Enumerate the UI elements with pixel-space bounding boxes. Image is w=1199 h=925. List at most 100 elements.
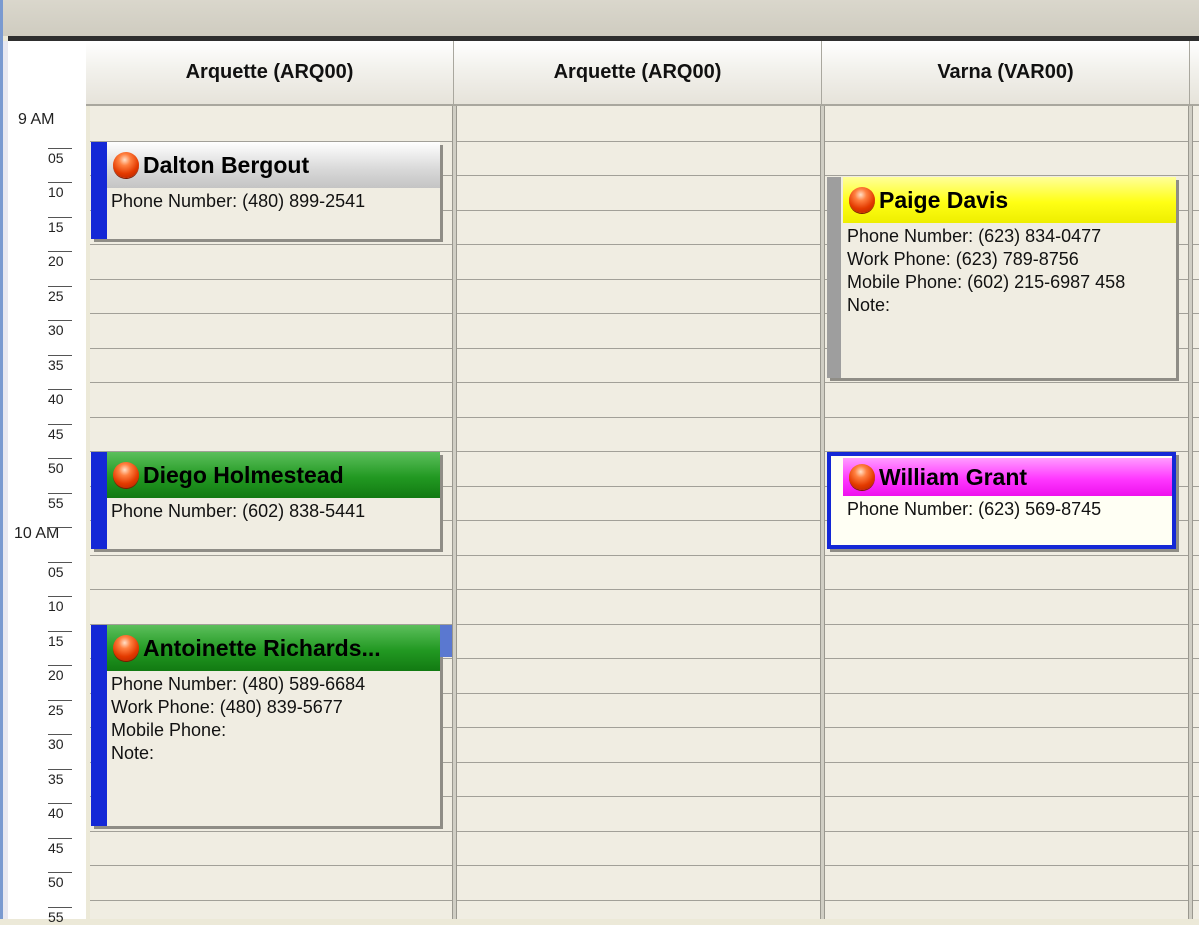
time-slot-line (90, 589, 452, 590)
status-orb-icon (849, 187, 875, 213)
time-label: 45 (48, 426, 64, 442)
time-slot-line (1193, 589, 1199, 590)
time-slot-line (825, 796, 1188, 797)
column-header-2[interactable]: Arquette (ARQ00) (454, 41, 822, 106)
time-slot-line (1193, 244, 1199, 245)
time-slot-line (90, 348, 452, 349)
time-tick (48, 838, 72, 839)
appointment-detail-line: Work Phone: (480) 839-5677 (111, 697, 343, 717)
time-slot-line (1193, 417, 1199, 418)
time-slot-line (457, 175, 820, 176)
time-slot-line (457, 900, 820, 901)
appointment-card[interactable]: Diego Holmestead Phone Number: (602) 838… (91, 452, 440, 549)
time-axis: 9 AM 05 10 15 20 25 30 35 40 45 50 55 10 AM 05 10 15 20 2… (8, 106, 86, 925)
schedule-column-2[interactable] (457, 106, 820, 919)
time-slot-line (1193, 796, 1199, 797)
busy-status-bar (91, 625, 107, 826)
column-header-1[interactable]: Arquette (ARQ00) (86, 41, 454, 106)
time-slot-line (1193, 141, 1199, 142)
time-slot-line (1193, 693, 1199, 694)
status-orb-icon (113, 635, 139, 661)
time-slot-line (825, 831, 1188, 832)
header-corner (8, 41, 86, 106)
appointment-details: Phone Number: (480) 589-6684 Work Phone:… (111, 673, 365, 765)
time-slot-line (90, 900, 452, 901)
column-header-label: Arquette (ARQ00) (185, 61, 354, 83)
time-slot-line (1193, 210, 1199, 211)
appointment-detail-line: Phone Number: (602) 838-5441 (111, 501, 366, 521)
appointment-detail-line: Mobile Phone: (602) 215-6987 458 (847, 272, 1126, 292)
appointment-detail-line: Mobile Phone: (111, 720, 227, 740)
appointment-title: Antoinette Richards... (107, 625, 440, 671)
time-tick (48, 320, 72, 321)
time-slot-line (825, 417, 1188, 418)
time-slot-line (457, 624, 820, 625)
time-slot-line (457, 348, 820, 349)
time-slot-line (457, 520, 820, 521)
busy-status-bar (91, 142, 107, 239)
time-slot-line (90, 244, 452, 245)
time-label: 25 (48, 702, 64, 718)
time-slot-line (1193, 279, 1199, 280)
time-slot-line (457, 796, 820, 797)
time-slot-line (457, 244, 820, 245)
busy-status-bar (91, 452, 107, 549)
time-slot-line (457, 555, 820, 556)
time-slot-line (825, 555, 1188, 556)
time-tick (48, 424, 72, 425)
time-slot-line (90, 279, 452, 280)
time-slot-line (457, 589, 820, 590)
time-slot-line (1193, 762, 1199, 763)
appointment-card[interactable]: Paige Davis Phone Number: (623) 834-0477… (827, 177, 1176, 378)
time-slot-line (457, 865, 820, 866)
status-orb-icon (113, 152, 139, 178)
appointment-title: Paige Davis (843, 177, 1176, 223)
appointment-card-selected[interactable]: William Grant Phone Number: (623) 569-87… (827, 452, 1176, 549)
busy-status-bar (827, 177, 841, 378)
time-slot-line (457, 210, 820, 211)
time-tick (48, 596, 72, 597)
appointment-detail-line: Phone Number: (480) 899-2541 (111, 191, 366, 211)
appointment-details: Phone Number: (602) 838-5441 (111, 500, 365, 523)
time-tick (48, 286, 72, 287)
time-slot-line (1193, 900, 1199, 901)
time-slot-line (457, 279, 820, 280)
time-slot-line (825, 693, 1188, 694)
time-slot-line (457, 141, 820, 142)
appointment-name: Antoinette Richards... (143, 634, 381, 661)
time-slot-line (1193, 624, 1199, 625)
time-tick (48, 148, 72, 149)
time-tick (48, 734, 72, 735)
time-slot-line (90, 313, 452, 314)
appointment-detail-line: Phone Number: (623) 834-0477 (847, 226, 1102, 246)
column-header-3[interactable]: Varna (VAR00) (822, 41, 1190, 106)
time-label: 9 AM (18, 111, 55, 128)
time-slot-line (90, 865, 452, 866)
appointment-name: Diego Holmestead (143, 461, 344, 488)
time-slot-line (825, 175, 1188, 176)
time-slot-line (457, 417, 820, 418)
time-slot-line (1193, 486, 1199, 487)
appointment-card[interactable]: Dalton Bergout Phone Number: (480) 899-2… (91, 142, 440, 239)
time-label: 35 (48, 357, 64, 373)
time-slot-line (825, 141, 1188, 142)
toolbar-area (0, 0, 1199, 36)
time-slot-line (457, 486, 820, 487)
time-tick (48, 182, 72, 183)
time-label: 05 (48, 150, 64, 166)
time-label: 55 (48, 909, 64, 925)
time-slot-line (1193, 348, 1199, 349)
time-slot-line (90, 417, 452, 418)
appointment-name: Dalton Bergout (143, 151, 310, 178)
schedule-column-overflow (1193, 106, 1199, 919)
time-slot-line (457, 762, 820, 763)
time-tick (48, 872, 72, 873)
time-slot-line (1193, 658, 1199, 659)
time-label: 25 (48, 288, 64, 304)
time-label: 40 (48, 805, 64, 821)
time-slot-line (457, 451, 820, 452)
time-label: 55 (48, 495, 64, 511)
time-label: 30 (48, 322, 64, 338)
column-header-overflow (1190, 41, 1199, 106)
appointment-card[interactable]: Antoinette Richards... Phone Number: (48… (91, 625, 440, 826)
